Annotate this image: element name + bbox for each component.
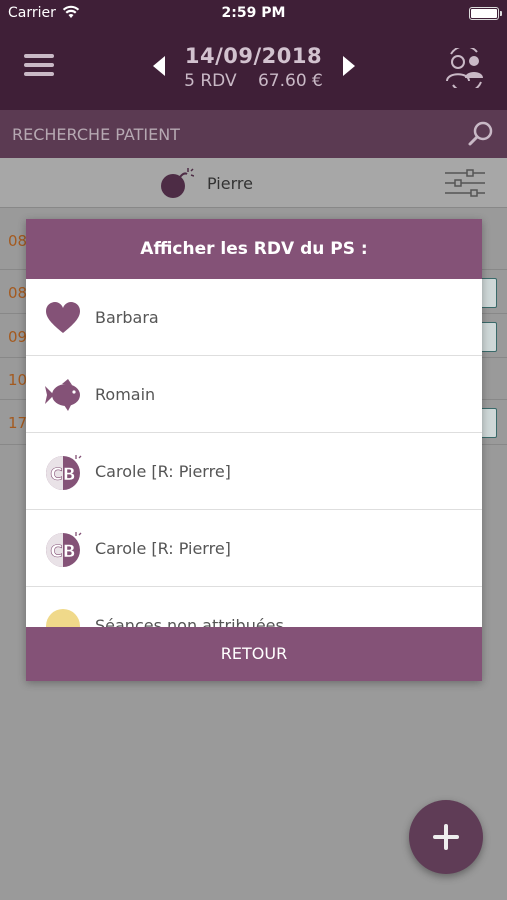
cb-avatar-icon: CB — [46, 455, 82, 490]
practitioner-item-unassigned[interactable]: Séances non attribuées — [26, 587, 482, 627]
svg-text:CB: CB — [50, 542, 75, 562]
appointment-time: 08 — [8, 284, 28, 302]
next-day-button[interactable] — [343, 56, 355, 76]
appointment-time: 08 — [8, 232, 28, 250]
practitioner-name: Séances non attribuées — [95, 616, 284, 627]
selected-practitioner[interactable]: Pierre — [207, 174, 253, 193]
practitioner-picker-dialog: Afficher les RDV du PS : Barbara Romain … — [26, 219, 482, 681]
bomb-icon — [161, 168, 194, 198]
practitioner-item-carole-2[interactable]: CB Carole [R: Pierre] — [26, 510, 482, 587]
practitioner-item-carole[interactable]: CB Carole [R: Pierre] — [26, 433, 482, 510]
day-summary: 5 RDV 67.60 € — [0, 71, 507, 91]
appointment-time: 17 — [8, 414, 28, 432]
practitioner-name: Carole [R: Pierre] — [95, 462, 231, 481]
rdv-count: 5 RDV — [184, 71, 237, 91]
appointment-time: 09 — [8, 328, 28, 346]
practitioner-list[interactable]: Barbara Romain CB Carole [R: Pierre] CB … — [26, 279, 482, 627]
dialog-title: Afficher les RDV du PS : — [26, 219, 482, 279]
practitioner-filter-row: Pierre — [0, 158, 507, 208]
filter-sliders-icon[interactable] — [445, 168, 485, 198]
current-date: 14/09/2018 — [184, 44, 323, 68]
cb-avatar-icon: CB — [46, 532, 82, 567]
day-amount: 67.60 € — [257, 71, 323, 91]
svg-text:CB: CB — [50, 465, 75, 485]
patient-search-input[interactable] — [12, 120, 432, 148]
status-bar: Carrier 2:59 PM — [0, 0, 507, 28]
clock: 2:59 PM — [221, 5, 286, 21]
app-header: 14/09/2018 5 RDV 67.60 € — [0, 28, 507, 110]
practitioner-name: Carole [R: Pierre] — [95, 539, 231, 558]
fish-icon — [45, 379, 80, 411]
patient-search-bar — [0, 110, 507, 158]
practitioner-name: Romain — [95, 385, 156, 404]
circle-icon — [46, 609, 80, 627]
practitioner-item-romain[interactable]: Romain — [26, 356, 482, 433]
switch-users-icon[interactable] — [443, 48, 487, 88]
appointment-time: 10 — [8, 371, 28, 389]
practitioner-item-barbara[interactable]: Barbara — [26, 279, 482, 356]
back-button[interactable]: RETOUR — [26, 627, 482, 681]
practitioner-name: Barbara — [95, 308, 159, 327]
search-icon[interactable] — [467, 120, 495, 148]
battery-icon — [469, 7, 502, 20]
add-appointment-button[interactable] — [409, 800, 483, 874]
heart-icon — [46, 302, 80, 333]
